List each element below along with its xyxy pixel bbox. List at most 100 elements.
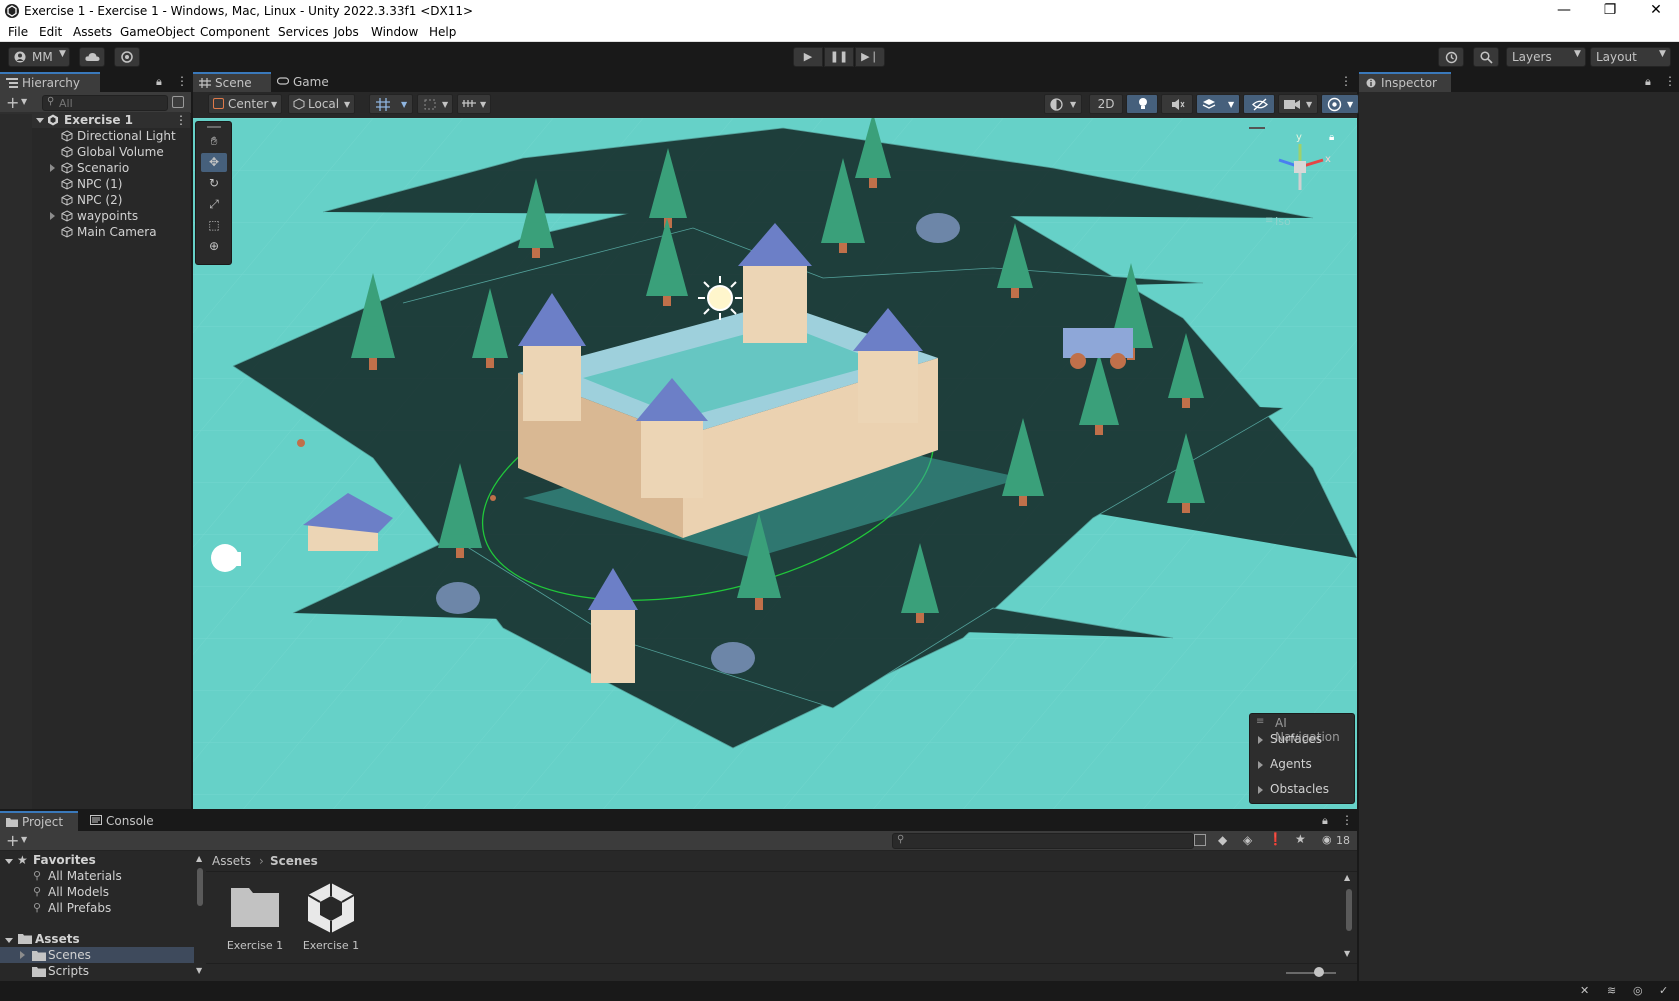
chevron-down-icon[interactable]: ▼: [21, 835, 27, 844]
cloud-button[interactable]: [79, 47, 105, 67]
toggle-2d-button[interactable]: 2D: [1089, 94, 1123, 114]
scrollbar-thumb[interactable]: [1346, 889, 1352, 931]
more-options-icon[interactable]: ⋮: [175, 112, 187, 128]
fold-closed-icon[interactable]: [50, 212, 55, 220]
ai-nav-agents[interactable]: Agents: [1270, 757, 1312, 771]
tab-inspector[interactable]: Inspector: [1359, 72, 1451, 92]
pause-button[interactable]: ❚❚: [824, 47, 854, 67]
pivot-mode-dropdown[interactable]: Center ▼: [208, 94, 282, 114]
menu-jobs[interactable]: Jobs: [334, 25, 359, 39]
minimize-button[interactable]: —: [1541, 0, 1587, 22]
audio-toggle[interactable]: [1161, 94, 1193, 114]
lock-icon[interactable]: 🔒︎: [156, 75, 162, 89]
move-tool-button[interactable]: ✥: [201, 153, 227, 172]
projection-label[interactable]: Iso: [1275, 215, 1291, 228]
fold-closed-icon[interactable]: [20, 951, 25, 959]
step-button[interactable]: ▶❘: [855, 47, 885, 67]
breadcrumb-scenes[interactable]: Scenes: [270, 854, 318, 868]
increment-snap-toggle[interactable]: ▼: [417, 94, 453, 114]
gizmos-dropdown[interactable]: ▼: [1321, 94, 1359, 114]
bug-off-icon[interactable]: ✕: [1580, 984, 1594, 998]
hierarchy-search-field[interactable]: ⚲: [42, 95, 168, 111]
scene-viewport[interactable]: [193, 118, 1357, 809]
asset-item[interactable]: Exercise 1: [226, 883, 284, 959]
lighting-toggle[interactable]: [1126, 94, 1158, 114]
grid-scrollbar[interactable]: ▲ ▼: [1344, 873, 1354, 961]
close-button[interactable]: ✕: [1633, 0, 1679, 22]
overlay-handle[interactable]: [1249, 127, 1265, 129]
tab-hierarchy[interactable]: Hierarchy: [0, 72, 100, 92]
fold-open-icon[interactable]: [5, 859, 13, 864]
rotate-tool-button[interactable]: ↻: [201, 174, 227, 193]
check-circle-icon[interactable]: ✓: [1659, 984, 1673, 998]
camera-settings-dropdown[interactable]: ▼: [1278, 94, 1318, 114]
effects-dropdown[interactable]: ▼: [1196, 94, 1240, 114]
expand-arrow-icon[interactable]: [1258, 786, 1263, 794]
menu-services[interactable]: Services: [278, 25, 329, 39]
rect-tool-button[interactable]: ⬚: [201, 216, 227, 235]
orientation-gizmo[interactable]: y x Iso ≡: [1265, 132, 1335, 228]
fold-closed-icon[interactable]: [50, 164, 55, 172]
add-icon[interactable]: +: [6, 93, 19, 112]
search-button[interactable]: [1473, 47, 1499, 67]
directional-light-gizmo[interactable]: [698, 276, 742, 320]
menu-file[interactable]: File: [8, 25, 28, 39]
asset-folder[interactable]: Scripts: [48, 964, 89, 978]
scene-visibility-toggle[interactable]: [1243, 94, 1275, 114]
hidden-packages-icon[interactable]: ◉: [1322, 833, 1332, 846]
overlay-handle[interactable]: [207, 126, 221, 128]
menu-edit[interactable]: Edit: [39, 25, 62, 39]
zoom-slider-track[interactable]: [1286, 972, 1336, 974]
lock-icon[interactable]: 🔒︎: [1322, 814, 1328, 828]
menu-assets[interactable]: Assets: [73, 25, 112, 39]
project-search-field[interactable]: ⚲: [892, 833, 1194, 849]
tab-game[interactable]: Game: [271, 72, 341, 92]
layers-dropdown[interactable]: Layers ▼: [1506, 47, 1586, 67]
scale-tool-button[interactable]: ⤢: [201, 195, 227, 214]
maximize-button[interactable]: ❐: [1587, 0, 1633, 22]
menu-window[interactable]: Window: [371, 25, 418, 39]
menu-help[interactable]: Help: [429, 25, 456, 39]
layout-dropdown[interactable]: Layout ▼: [1590, 47, 1671, 67]
menu-gameobject[interactable]: GameObject: [120, 25, 195, 39]
undo-history-button[interactable]: [1438, 47, 1464, 67]
more-options-icon[interactable]: ⋮: [1664, 74, 1676, 88]
collab-button[interactable]: [114, 47, 140, 67]
label-filter-icon[interactable]: ◈: [1243, 833, 1252, 847]
favorite-item[interactable]: All Materials: [48, 869, 122, 883]
transform-tool-button[interactable]: ⊕: [201, 237, 227, 256]
hand-tool-button[interactable]: ✋︎: [201, 132, 227, 151]
add-icon[interactable]: +: [6, 831, 19, 850]
ai-nav-obstacles[interactable]: Obstacles: [1270, 782, 1329, 796]
log-filter-icon[interactable]: ❗: [1268, 832, 1283, 846]
hierarchy-search-input[interactable]: [59, 96, 159, 110]
menu-lines-icon[interactable]: ≡: [1256, 716, 1264, 727]
layers-icon[interactable]: ≋: [1607, 984, 1621, 998]
account-dropdown[interactable]: MM ▼: [8, 47, 70, 67]
favorite-item[interactable]: All Models: [48, 885, 109, 899]
lock-icon[interactable]: 🔒︎: [1645, 75, 1651, 89]
expand-arrow-icon[interactable]: [1258, 736, 1263, 744]
menu-component[interactable]: Component: [200, 25, 270, 39]
pivot-rotation-dropdown[interactable]: Local ▼: [288, 94, 355, 114]
expand-arrow-icon[interactable]: [1258, 761, 1263, 769]
ruler-snap-toggle[interactable]: ▼: [457, 94, 491, 114]
tree-scrollbar[interactable]: ▲ ▼: [196, 854, 204, 975]
tab-console[interactable]: Console: [84, 811, 164, 831]
search-by-type-icon[interactable]: [1194, 834, 1206, 846]
filter-type-icon[interactable]: ◆: [1218, 833, 1227, 847]
tab-scene[interactable]: Scene: [193, 72, 271, 92]
asset-folder[interactable]: Scenes: [48, 948, 91, 962]
scrollbar-thumb[interactable]: [197, 868, 203, 906]
more-options-icon[interactable]: ⋮: [1341, 813, 1353, 827]
fold-open-icon[interactable]: [5, 938, 13, 943]
more-options-icon[interactable]: ⋮: [1340, 74, 1352, 88]
cache-icon[interactable]: ◎: [1633, 984, 1647, 998]
favorite-item[interactable]: All Prefabs: [48, 901, 111, 915]
chevron-down-icon[interactable]: ▼: [21, 97, 27, 106]
zoom-slider-thumb[interactable]: [1314, 967, 1324, 977]
play-button[interactable]: ▶: [793, 47, 823, 67]
assets-root-label[interactable]: Assets: [35, 932, 80, 946]
lock-icon[interactable]: 🔒︎: [1329, 132, 1334, 143]
fold-open-icon[interactable]: [36, 118, 44, 123]
